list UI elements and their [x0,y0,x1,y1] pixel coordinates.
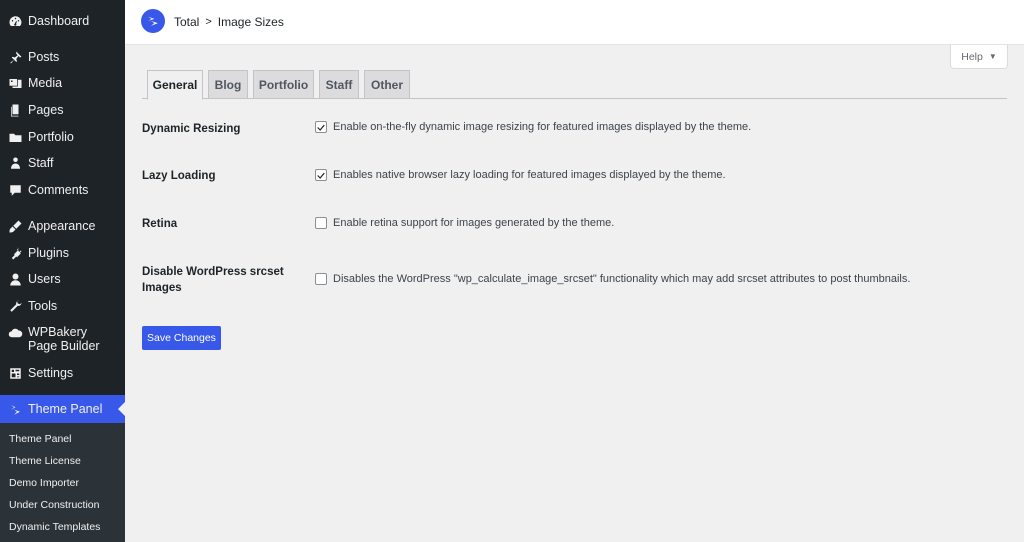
submenu-item-theme-panel[interactable]: Theme Panel [9,433,71,445]
sidebar-item-label: Tools [28,299,58,313]
person-icon [7,155,23,171]
sidebar-item-dashboard[interactable]: Dashboard [0,13,125,29]
pin-icon [7,49,23,65]
sidebar-item-comments[interactable]: Comments [0,182,125,198]
setting-label-disable-srcset: Disable WordPress srcset Images [142,266,284,294]
wrench-icon [7,298,23,314]
breadcrumb: Total > Image Sizes [174,15,284,29]
sidebar-item-label: Dashboard [28,14,90,28]
tab-staff[interactable]: Staff [319,70,359,99]
sidebar-item-tools[interactable]: Tools [0,298,125,314]
cloud-icon [7,325,23,341]
setting-label-retina: Retina [142,218,178,230]
checkmark-icon [317,124,325,131]
sidebar-item-settings[interactable]: Settings [0,365,125,381]
setting-desc-dynamic-resizing: Enable on-the-fly dynamic image resizing… [333,121,752,133]
brush-icon [7,218,23,234]
user-icon [7,271,23,287]
comment-icon [7,182,23,198]
tab-general[interactable]: General [147,70,203,100]
setting-desc-disable-srcset: Disables the WordPress "wp_calculate_ima… [333,273,911,285]
sidebar-item-label: Portfolio [28,130,74,144]
checkbox-disable-srcset[interactable] [315,273,327,285]
sidebar-item-pages[interactable]: Pages [0,102,125,118]
sidebar-item-staff[interactable]: Staff [0,155,125,171]
sidebar-item-posts[interactable]: Posts [0,49,125,65]
checkmark-icon [317,172,325,179]
sidebar-item-label: Users [28,272,61,286]
theme-panel-icon [7,401,23,417]
sidebar-item-label: Staff [28,156,54,170]
breadcrumb-separator: > [205,16,212,28]
sidebar-item-label: WPBakery Page Builder [28,325,100,353]
save-changes-button[interactable]: Save Changes [142,326,221,350]
checkbox-lazy-loading[interactable] [315,169,327,181]
breadcrumb-app-name[interactable]: Total [174,15,199,29]
caret-down-icon: ▼ [988,52,997,61]
folder-icon [7,129,23,145]
sidebar-item-label: Pages [28,103,64,117]
total-logo-icon[interactable] [141,9,165,33]
tab-blog[interactable]: Blog [208,70,248,99]
tab-bar: General Blog Portfolio Staff Other [142,70,1007,100]
help-label: Help [961,50,983,63]
sidebar-item-label: Media [28,76,63,90]
setting-label-lazy-loading: Lazy Loading [142,170,216,182]
help-button[interactable]: Help ▼ [950,45,1008,69]
tab-other[interactable]: Other [364,70,410,99]
dashboard-icon [7,13,23,29]
sidebar-item-label: Settings [28,366,74,380]
theme-panel-submenu: Theme Panel Theme License Demo Importer … [0,423,125,542]
checkbox-dynamic-resizing[interactable] [315,121,327,133]
sidebar-item-label: Plugins [28,246,69,260]
sidebar-item-theme-panel[interactable]: Theme Panel [0,395,125,423]
setting-label-dynamic-resizing: Dynamic Resizing [142,123,241,135]
page-title: Image Sizes [217,15,284,29]
settings-icon [7,365,23,381]
top-bar: Total > Image Sizes [125,0,1024,44]
sidebar-item-label: Theme Panel [28,402,103,416]
sidebar-item-plugins[interactable]: Plugins [0,245,125,261]
media-icon [7,75,23,91]
sidebar-item-users[interactable]: Users [0,271,125,287]
admin-sidebar: Dashboard Posts Media Pages Portfolio St… [0,0,125,542]
current-indicator-arrow [118,402,125,416]
checkbox-retina[interactable] [315,217,327,229]
sidebar-item-label: Posts [28,50,60,64]
pages-icon [7,102,23,118]
submenu-item-demo-importer[interactable]: Demo Importer [9,477,79,489]
sidebar-item-wpbakery[interactable]: WPBakery Page Builder [0,325,125,355]
submenu-item-theme-license[interactable]: Theme License [9,455,81,467]
sidebar-item-appearance[interactable]: Appearance [0,218,125,234]
sidebar-item-portfolio[interactable]: Portfolio [0,129,125,145]
submenu-item-under-construction[interactable]: Under Construction [9,499,99,511]
submenu-item-dynamic-templates[interactable]: Dynamic Templates [9,521,100,533]
sidebar-item-media[interactable]: Media [0,75,125,91]
plug-icon [7,245,23,261]
sidebar-item-label: Comments [28,183,89,197]
setting-desc-retina: Enable retina support for images generat… [333,217,615,229]
tab-portfolio[interactable]: Portfolio [253,70,314,99]
sidebar-item-label: Appearance [28,219,96,233]
setting-desc-lazy-loading: Enables native browser lazy loading for … [333,169,726,181]
